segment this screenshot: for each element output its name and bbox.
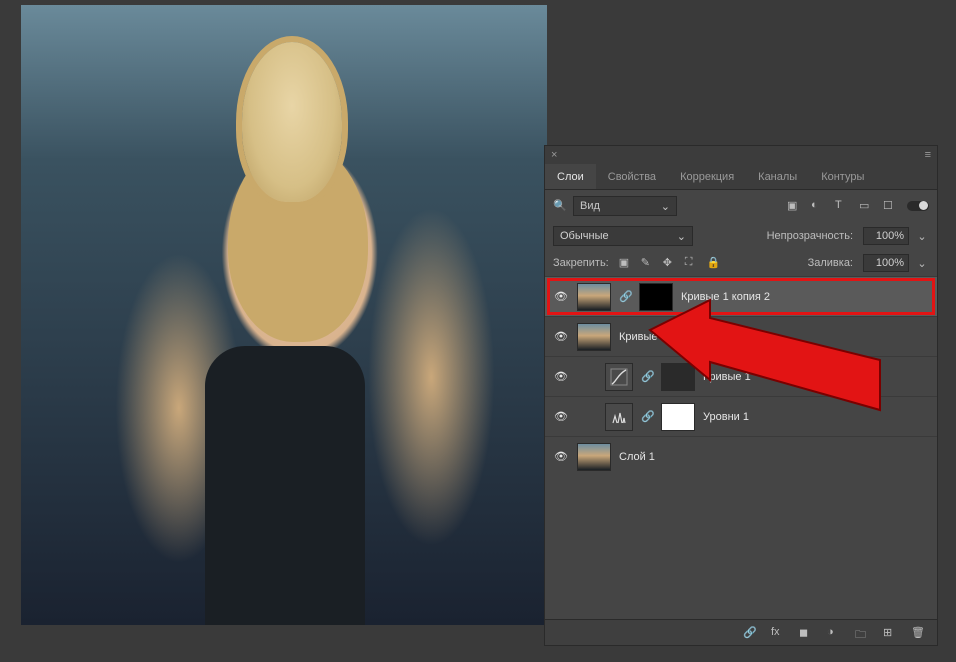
visibility-eye-icon[interactable]: 👁 xyxy=(553,410,569,423)
opacity-chevron-icon[interactable]: ⌄ xyxy=(915,230,929,243)
fill-value: 100% xyxy=(876,257,904,269)
layer-name[interactable]: Кривые 1 xyxy=(703,371,751,383)
visibility-eye-icon[interactable]: 👁 xyxy=(553,330,569,343)
chevron-down-icon: ⌄ xyxy=(677,230,686,243)
lock-all-icon[interactable]: 🔒 xyxy=(707,256,721,270)
fill-input[interactable]: 100% xyxy=(863,254,909,272)
layer-name[interactable]: Уровни 1 xyxy=(703,411,749,423)
lock-pixels-icon[interactable]: ✎ xyxy=(641,256,655,270)
fill-chevron-icon[interactable]: ⌄ xyxy=(915,257,929,270)
layer-row[interactable]: 👁 Слой 1 xyxy=(545,436,937,476)
delete-layer-icon[interactable]: 🗑 xyxy=(911,626,925,640)
opacity-label: Непрозрачность: xyxy=(767,230,853,242)
visibility-eye-icon[interactable]: 👁 xyxy=(553,370,569,383)
filter-pixel-icon[interactable]: ▣ xyxy=(787,199,801,213)
filter-type-icon[interactable]: T xyxy=(835,199,849,213)
filter-shape-icon[interactable]: ▭ xyxy=(859,199,873,213)
chevron-down-icon: ⌄ xyxy=(661,200,670,213)
visibility-eye-icon[interactable]: 👁 xyxy=(553,450,569,463)
panel-tabs: Слои Свойства Коррекция Каналы Контуры xyxy=(545,164,937,190)
visibility-eye-icon[interactable]: 👁 xyxy=(553,290,569,303)
blend-mode-value: Обычные xyxy=(560,230,609,242)
layers-list: 👁 🔗 Кривые 1 копия 2 👁 Кривые 1 коп 👁 🔗 … xyxy=(545,276,937,619)
opacity-value: 100% xyxy=(876,230,904,242)
tab-paths[interactable]: Контуры xyxy=(809,164,876,189)
layer-row[interactable]: 👁 🔗 Кривые 1 копия 2 xyxy=(545,276,937,316)
filter-kind-label: Вид xyxy=(580,200,600,212)
adjustment-curves-icon[interactable] xyxy=(605,363,633,391)
filter-kind-dropdown[interactable]: Вид ⌄ xyxy=(573,196,677,216)
blend-row: Обычные ⌄ Непрозрачность: 100% ⌄ xyxy=(545,222,937,250)
layer-mask-thumbnail[interactable] xyxy=(661,363,695,391)
lock-row: Закрепить: ▣ ✎ ✥ ⛶ 🔒 Заливка: 100% ⌄ xyxy=(545,250,937,276)
add-mask-icon[interactable]: ◼ xyxy=(799,626,813,640)
mask-link-icon[interactable]: 🔗 xyxy=(641,370,653,383)
layer-row[interactable]: 👁 Кривые 1 коп xyxy=(545,316,937,356)
panel-menu-icon[interactable]: ≡ xyxy=(925,149,931,161)
layer-fx-icon[interactable]: fx xyxy=(771,626,785,640)
layer-name[interactable]: Кривые 1 копия 2 xyxy=(681,291,770,303)
layer-name[interactable]: Слой 1 xyxy=(619,451,655,463)
adjustment-levels-icon[interactable] xyxy=(605,403,633,431)
layer-filter-bar: 🔍 Вид ⌄ ▣ ◐ T ▭ ☐ xyxy=(545,190,937,222)
filter-smart-icon[interactable]: ☐ xyxy=(883,199,897,213)
layer-name[interactable]: Кривые 1 коп xyxy=(619,331,687,343)
search-icon: 🔍 xyxy=(553,199,567,213)
layer-thumbnail[interactable] xyxy=(577,283,611,311)
panel-titlebar: × ≡ xyxy=(545,146,937,164)
lock-icons: ▣ ✎ ✥ ⛶ 🔒 xyxy=(619,256,721,270)
lock-artboard-icon[interactable]: ⛶ xyxy=(685,256,699,270)
filter-toggle[interactable] xyxy=(907,201,929,211)
tab-properties[interactable]: Свойства xyxy=(596,164,668,189)
layer-mask-thumbnail[interactable] xyxy=(661,403,695,431)
lock-transparent-icon[interactable]: ▣ xyxy=(619,256,633,270)
layer-thumbnail[interactable] xyxy=(577,443,611,471)
fill-label: Заливка: xyxy=(808,257,853,269)
document-image xyxy=(21,5,547,625)
new-layer-icon[interactable]: ⊞ xyxy=(883,626,897,640)
tab-layers[interactable]: Слои xyxy=(545,164,596,189)
new-adjustment-icon[interactable]: ◑ xyxy=(827,626,841,640)
layer-mask-thumbnail[interactable] xyxy=(639,283,673,311)
blend-mode-dropdown[interactable]: Обычные ⌄ xyxy=(553,226,693,246)
layer-row[interactable]: 👁 🔗 Уровни 1 xyxy=(545,396,937,436)
close-icon[interactable]: × xyxy=(551,149,557,161)
lock-label: Закрепить: xyxy=(553,257,609,269)
mask-link-icon[interactable]: 🔗 xyxy=(641,410,653,423)
panel-footer: 🔗 fx ◼ ◑ 🗀 ⊞ 🗑 xyxy=(545,619,937,645)
layer-thumbnail[interactable] xyxy=(577,323,611,351)
filter-adjust-icon[interactable]: ◐ xyxy=(811,199,825,213)
link-layers-icon[interactable]: 🔗 xyxy=(743,626,757,640)
lock-position-icon[interactable]: ✥ xyxy=(663,256,677,270)
new-group-icon[interactable]: 🗀 xyxy=(855,626,869,640)
tab-channels[interactable]: Каналы xyxy=(746,164,809,189)
mask-link-icon[interactable]: 🔗 xyxy=(619,290,631,303)
canvas[interactable] xyxy=(21,5,547,625)
layer-row[interactable]: 👁 🔗 Кривые 1 xyxy=(545,356,937,396)
opacity-input[interactable]: 100% xyxy=(863,227,909,245)
layers-panel: × ≡ Слои Свойства Коррекция Каналы Конту… xyxy=(544,145,938,646)
tab-adjustments[interactable]: Коррекция xyxy=(668,164,746,189)
filter-type-icons: ▣ ◐ T ▭ ☐ xyxy=(787,199,929,213)
